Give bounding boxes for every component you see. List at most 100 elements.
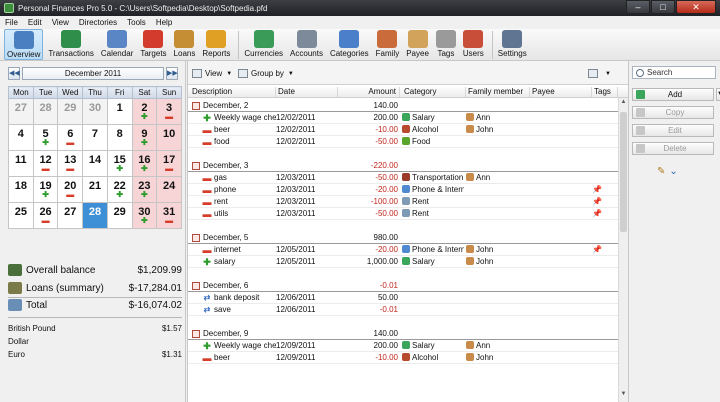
calendar-day[interactable]: 31 ▬: [156, 202, 182, 229]
scroll-down-icon[interactable]: ▼: [619, 391, 628, 401]
add-button[interactable]: Add: [632, 88, 714, 101]
menu-edit[interactable]: Edit: [23, 18, 47, 27]
menu-view[interactable]: View: [47, 18, 74, 27]
calendar-day[interactable]: 13 ▬: [57, 150, 84, 177]
calendar-day[interactable]: 7: [82, 124, 108, 151]
toolbar-tags-button[interactable]: Tags: [434, 29, 458, 60]
transaction-row[interactable]: ✚ salary 12/05/2011 1,000.00 Salary John: [188, 256, 618, 268]
toolbar-accounts-button[interactable]: Accounts: [288, 29, 325, 60]
edit-button[interactable]: Edit: [632, 124, 714, 137]
column-header-payee[interactable]: Payee: [530, 87, 592, 97]
calendar-day[interactable]: 12 ▬: [32, 150, 59, 177]
toolbar-overview-button[interactable]: Overview: [4, 29, 44, 60]
calendar-day[interactable]: 4: [8, 124, 34, 151]
date-group-row[interactable]: December, 6 -0.01: [188, 280, 618, 292]
calendar-day[interactable]: 6 ▬: [57, 124, 84, 151]
transaction-row[interactable]: ▬ beer 12/02/2011 -10.00 Alcohol John: [188, 124, 618, 136]
transaction-row[interactable]: ▬ gas 12/03/2011 -50.00 Transportation Ann: [188, 172, 618, 184]
menu-tools[interactable]: Tools: [122, 18, 151, 27]
transaction-row[interactable]: ▬ phone 12/03/2011 -20.00 Phone & Intern 📌: [188, 184, 618, 196]
menu-directories[interactable]: Directories: [74, 18, 122, 27]
calendar-day[interactable]: 27: [57, 202, 84, 229]
wand-icon[interactable]: ✎: [657, 166, 665, 177]
calendar-day[interactable]: 25: [8, 202, 34, 229]
vertical-scrollbar[interactable]: ▲ ▼: [618, 98, 628, 402]
column-header-date[interactable]: Date: [276, 87, 338, 97]
scroll-up-icon[interactable]: ▲: [619, 99, 628, 109]
copy-button[interactable]: Copy: [632, 106, 714, 119]
date-group-row[interactable]: December, 9 140.00: [188, 328, 618, 340]
transaction-row[interactable]: ✚ Weekly wage chec 12/02/2011 200.00 Salary A…: [188, 112, 618, 124]
toolbar-currencies-button[interactable]: Currencies: [242, 29, 285, 60]
add-dropdown-button[interactable]: ▼: [716, 88, 720, 101]
toolbar-settings-button[interactable]: Settings: [496, 29, 529, 60]
calendar-day[interactable]: 26 ▬: [32, 202, 59, 229]
toolbar-loans-button[interactable]: Loans: [172, 29, 198, 60]
toolbar-family-button[interactable]: Family: [374, 29, 402, 60]
columns-button[interactable]: ▼: [588, 67, 611, 80]
transaction-row[interactable]: ▬ utils 12/03/2011 -50.00 Rent 📌: [188, 208, 618, 220]
calendar-day[interactable]: 15 ✚: [106, 150, 133, 177]
scroll-thumb[interactable]: [620, 112, 627, 232]
calendar-day[interactable]: 20 ▬: [57, 176, 84, 203]
calendar-day[interactable]: 17 ▬: [156, 150, 182, 177]
transaction-row[interactable]: ⇄ bank deposit 12/06/2011 50.00: [188, 292, 618, 304]
column-header-category[interactable]: Category: [402, 87, 466, 97]
calendar-day[interactable]: 9 ✚: [131, 124, 158, 151]
calendar-day[interactable]: 8: [106, 124, 133, 151]
maximize-button[interactable]: □: [651, 0, 675, 14]
calendar-day[interactable]: 21: [82, 176, 108, 203]
calendar-day[interactable]: 30: [82, 98, 108, 125]
calendar-month-label[interactable]: December 2011: [22, 67, 164, 80]
toolbar-transactions-button[interactable]: Transactions: [46, 29, 96, 60]
transaction-row[interactable]: ▬ food 12/02/2011 -50.00 Food: [188, 136, 618, 148]
calendar-day[interactable]: 24: [156, 176, 182, 203]
column-header-description[interactable]: Description: [190, 87, 276, 97]
date-group-row[interactable]: December, 2 140.00: [188, 100, 618, 112]
group-by-button[interactable]: Group by ▼: [238, 67, 294, 80]
calendar-day[interactable]: 29: [57, 98, 84, 125]
calendar-day[interactable]: 27: [8, 98, 34, 125]
minimize-button[interactable]: –: [626, 0, 650, 14]
calendar-day[interactable]: 30 ✚: [131, 202, 158, 229]
menu-help[interactable]: Help: [151, 18, 177, 27]
calendar-day[interactable]: 18: [8, 176, 34, 203]
close-button[interactable]: ✕: [676, 0, 716, 14]
calendar-day[interactable]: 28: [32, 98, 59, 125]
delete-button[interactable]: Delete: [632, 142, 714, 155]
search-input[interactable]: Search: [647, 68, 672, 77]
calendar-day[interactable]: 11: [8, 150, 34, 177]
calendar-day[interactable]: 1: [106, 98, 133, 125]
calendar-day[interactable]: 16 ✚: [131, 150, 158, 177]
calendar-day[interactable]: 28: [82, 202, 108, 229]
search-box[interactable]: Search: [632, 66, 716, 79]
calendar-day[interactable]: 29: [106, 202, 133, 229]
calendar-day[interactable]: 3 ▬: [156, 98, 182, 125]
calendar-day[interactable]: 5 ✚: [32, 124, 59, 151]
next-month-button[interactable]: ▶▶: [166, 67, 178, 80]
calendar-day[interactable]: 19 ✚: [32, 176, 59, 203]
toolbar-targets-button[interactable]: Targets: [138, 29, 168, 60]
transaction-row[interactable]: ✚ Weekly wage chec 12/09/2011 200.00 Salary A…: [188, 340, 618, 352]
column-header-family-member[interactable]: Family member: [466, 87, 530, 97]
calendar-day[interactable]: 10: [156, 124, 182, 151]
transaction-row[interactable]: ⇄ save 12/06/2011 -0.01: [188, 304, 618, 316]
transaction-row[interactable]: ▬ rent 12/03/2011 -100.00 Rent 📌: [188, 196, 618, 208]
date-group-row[interactable]: December, 5 980.00: [188, 232, 618, 244]
calendar-day[interactable]: 2 ✚: [131, 98, 158, 125]
column-header-amount[interactable]: Amount: [338, 87, 400, 97]
transaction-row[interactable]: ▬ internet 12/05/2011 -20.00 Phone & Intern J…: [188, 244, 618, 256]
menu-file[interactable]: File: [0, 18, 23, 27]
toolbar-calendar-button[interactable]: Calendar: [99, 29, 135, 60]
prev-month-button[interactable]: ◀◀: [8, 67, 20, 80]
toolbar-categories-button[interactable]: Categories: [328, 29, 371, 60]
toolbar-users-button[interactable]: Users: [461, 29, 486, 60]
chevron-down-icon[interactable]: ⌄: [669, 166, 677, 177]
calendar-day[interactable]: 23 ✚: [131, 176, 158, 203]
calendar-day[interactable]: 14: [82, 150, 108, 177]
toolbar-reports-button[interactable]: Reports: [200, 29, 232, 60]
calendar-day[interactable]: 22 ✚: [106, 176, 133, 203]
date-group-row[interactable]: December, 3 -220.00: [188, 160, 618, 172]
toolbar-payee-button[interactable]: Payee: [404, 29, 431, 60]
column-header-tags[interactable]: Tags: [592, 87, 618, 97]
